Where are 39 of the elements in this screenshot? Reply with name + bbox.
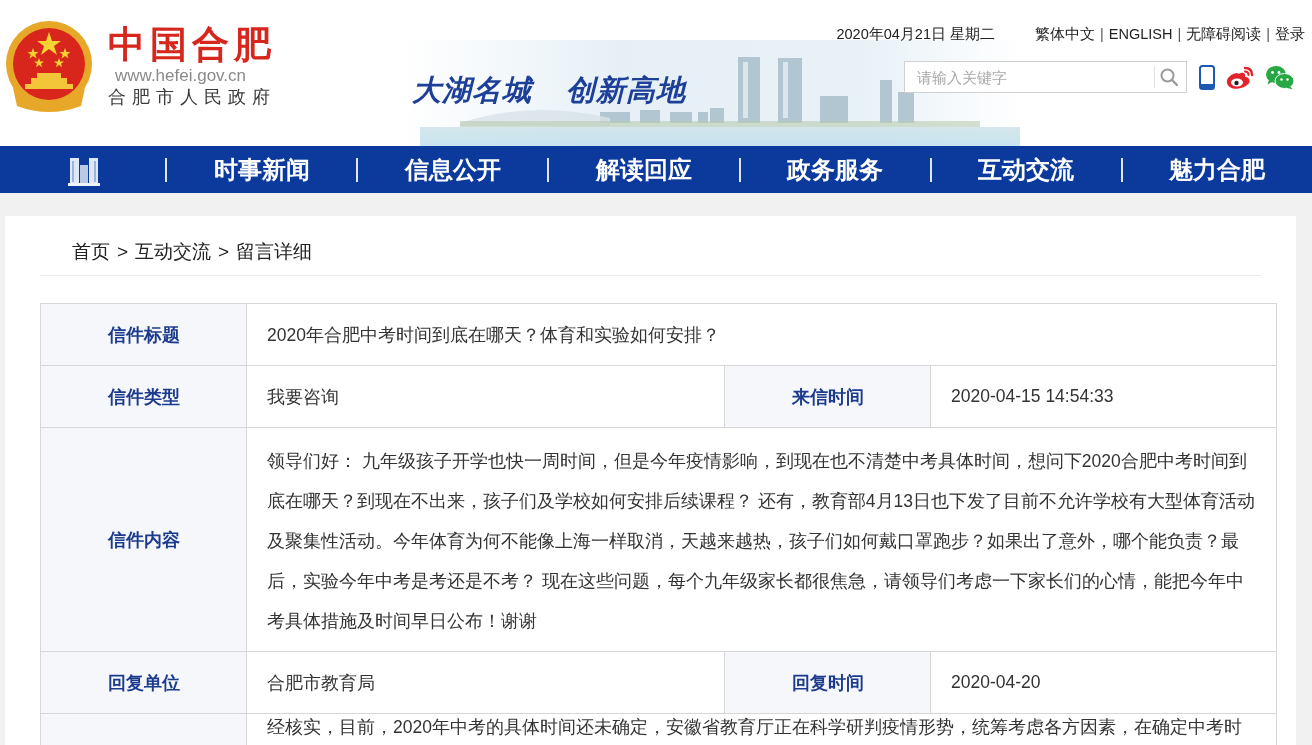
nav-item[interactable]: 解读回应 xyxy=(595,154,692,185)
table-cell: 合肥市教育局 xyxy=(246,651,725,714)
link-separator: | xyxy=(1100,25,1104,44)
breadcrumb-separator: > xyxy=(218,240,230,264)
table-cell: 2020年合肥中考时间到底在哪天？体育和实验如何安排？ xyxy=(246,303,1277,366)
weibo-icon[interactable] xyxy=(1225,64,1255,90)
site-url: www.hefei.gov.cn xyxy=(115,66,247,85)
wechat-icon[interactable] xyxy=(1265,64,1295,90)
top-link[interactable]: 登录 xyxy=(1275,24,1305,44)
breadcrumb-link[interactable]: 首页 xyxy=(72,238,110,266)
top-link[interactable]: 无障碍阅读 xyxy=(1186,24,1262,44)
site-name: 中国合肥 xyxy=(108,24,276,66)
nav-item[interactable]: 信息公开 xyxy=(404,154,501,185)
breadcrumb-link[interactable]: 留言详细 xyxy=(236,238,313,266)
breadcrumb-separator: > xyxy=(117,240,129,264)
table-cell: 领导们好： 九年级孩子开学也快一周时间，但是今年疫情影响，到现在也不清楚中考具体时间，想问下2020合肥中考时间到底在哪天？到现在不出来，孩子们及学校如何安排后续课程？ 还有，教育部4月13日也下发了目前不允许学校有大型体育活动及聚集性活动。今年体育为何不能像上海一样取消，天越来越热，孩子们如何戴口罩跑步？如果出了意外，哪个能负责？最后，实验今年中考是考还是不考？ 现在这些问题，每个九年级家长都很焦急，请领导们考虑一下家长们的心情，能把今年中考具体措施及时间早日公布！谢谢 xyxy=(246,427,1277,652)
nav-item[interactable]: 互动交流 xyxy=(978,154,1075,185)
link-separator: | xyxy=(1266,25,1270,44)
table-header-cell: 回复单位 xyxy=(40,651,247,714)
slogan-text: 创新高地 xyxy=(566,74,686,107)
emblem-icon xyxy=(5,18,93,115)
table-header-cell: 来信时间 xyxy=(724,365,931,428)
table-header-cell: 信件标题 xyxy=(40,303,247,366)
table-cell: 2020-04-20 xyxy=(930,651,1277,714)
top-link[interactable]: ENGLISH xyxy=(1108,24,1173,44)
nav-item[interactable]: 魅力合肥 xyxy=(1169,154,1266,185)
table-header-cell: 信件类型 xyxy=(40,365,247,428)
date-text: 2020年04月21日 星期二 xyxy=(836,25,995,44)
breadcrumb-link[interactable]: 互动交流 xyxy=(135,238,212,266)
top-link[interactable]: 繁体中文 xyxy=(1035,24,1095,44)
table-cell: 我要咨询 xyxy=(246,365,725,428)
site-org: 合肥市人民政府 xyxy=(108,86,276,109)
nav-item[interactable]: 时事新闻 xyxy=(213,154,310,185)
link-separator: | xyxy=(1177,25,1182,44)
mobile-phone-icon[interactable] xyxy=(1199,64,1215,90)
nav-item[interactable]: 政务服务 xyxy=(787,154,884,185)
table-cell: 2020-04-15 14:54:33 xyxy=(930,365,1277,428)
table-header-cell: 信件内容 xyxy=(40,427,247,652)
table-header-cell: 回复时间 xyxy=(724,651,931,714)
